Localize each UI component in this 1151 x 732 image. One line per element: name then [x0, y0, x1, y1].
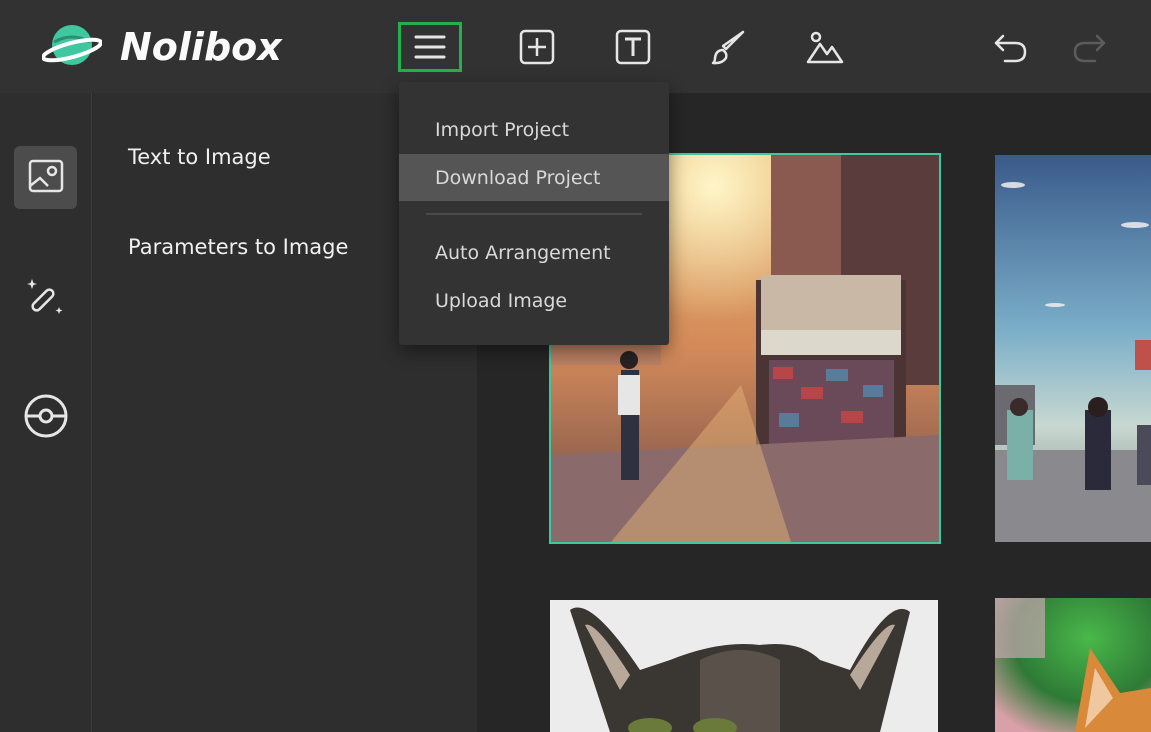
redo-button[interactable] [1057, 22, 1121, 72]
cat-closeup-image [550, 600, 938, 732]
text-button[interactable] [601, 22, 665, 72]
menu-item-download-project[interactable]: Download Project [399, 154, 669, 201]
planet-logo-icon [40, 20, 104, 74]
menu-item-upload-image[interactable]: Upload Image [399, 277, 669, 324]
anime-street-image [995, 155, 1151, 542]
hamburger-menu-icon [413, 33, 447, 61]
canvas-image-orange-cat[interactable] [995, 598, 1151, 732]
rail-item-target[interactable] [14, 386, 77, 449]
street-market-sunset-image [551, 155, 939, 542]
panel-item-text-to-image[interactable]: Text to Image [128, 145, 271, 169]
circle-target-icon [23, 393, 69, 443]
main-menu-dropdown: Import Project Download Project Auto Arr… [399, 82, 669, 345]
image-mountain-icon [805, 28, 845, 66]
redo-icon [1071, 30, 1107, 64]
image-button[interactable] [793, 22, 857, 72]
brush-icon [710, 28, 748, 66]
canvas-image-cat[interactable] [550, 600, 938, 732]
undo-button[interactable] [979, 22, 1043, 72]
brush-button[interactable] [697, 22, 761, 72]
add-button[interactable] [505, 22, 569, 72]
left-rail [0, 93, 92, 732]
rail-item-magic[interactable] [14, 265, 77, 328]
menu-divider [426, 213, 642, 215]
menu-button[interactable] [398, 22, 462, 72]
text-square-icon [614, 28, 652, 66]
orange-cat-image [995, 598, 1151, 732]
add-square-icon [518, 28, 556, 66]
rail-item-image[interactable] [14, 146, 77, 209]
magic-wand-icon [25, 274, 67, 320]
menu-item-auto-arrangement[interactable]: Auto Arrangement [399, 229, 669, 276]
app-logo: Nolibox [40, 20, 282, 74]
canvas-image-anime-street[interactable] [995, 155, 1151, 542]
app-name: Nolibox [120, 25, 282, 69]
image-icon [28, 158, 64, 198]
panel-item-parameters-to-image[interactable]: Parameters to Image [128, 235, 348, 259]
undo-icon [993, 30, 1029, 64]
menu-item-import-project[interactable]: Import Project [399, 106, 669, 153]
top-bar: Nolibox [0, 0, 1151, 93]
